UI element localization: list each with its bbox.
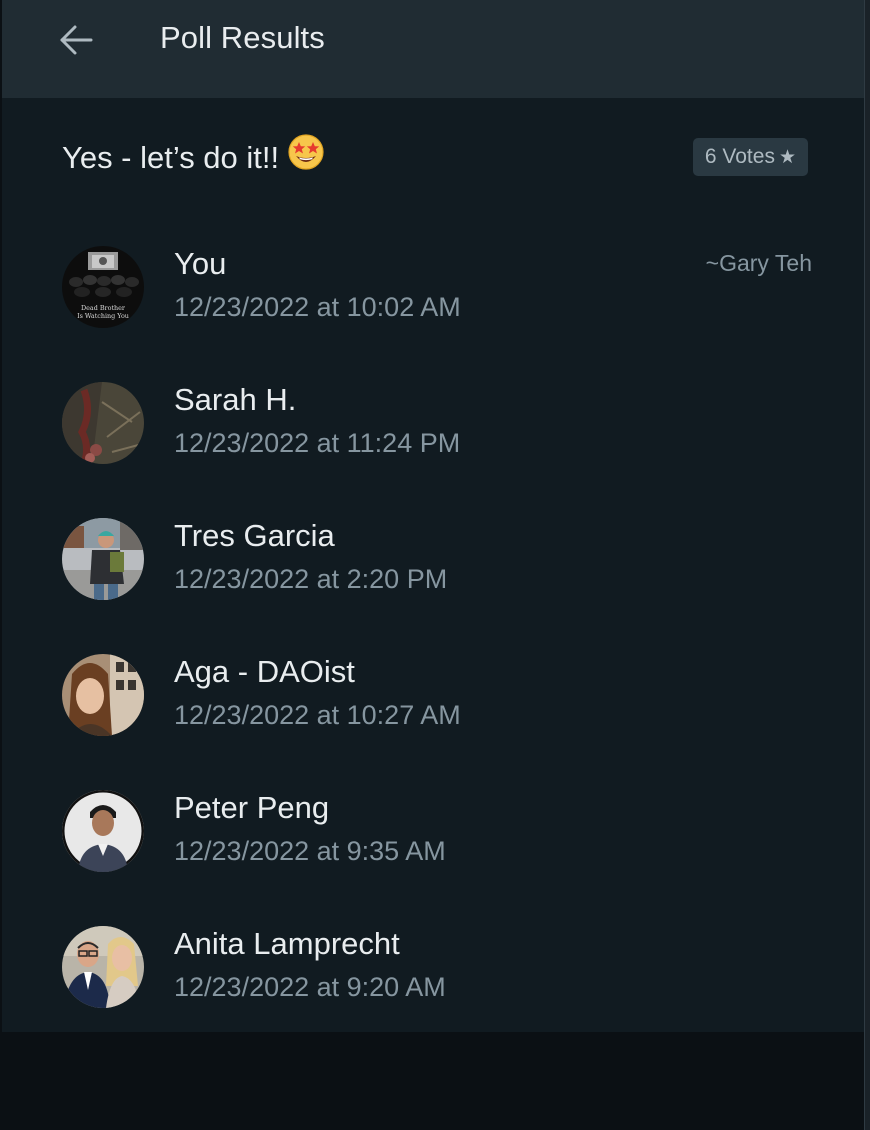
avatar [62,518,144,600]
avatar [62,382,144,464]
poll-results-panel: Poll Results Yes - let’s do it!! 6 Votes… [2,0,864,1032]
avatar [62,654,144,736]
vote-timestamp: 12/23/2022 at 11:24 PM [174,428,461,458]
voter-row[interactable]: Tres Garcia 12/23/2022 at 2:20 PM [62,518,812,608]
poll-option-text: Yes - let’s do it!! [62,140,280,175]
header: Poll Results [2,0,864,98]
avatar: Dead Brother Is Watching You [62,246,144,328]
votes-count-label: 6 Votes [704,145,775,168]
vote-timestamp: 12/23/2022 at 2:20 PM [174,564,448,594]
page-title: Poll Results [160,20,325,55]
votes-count-badge: 6 Votes ★ [692,138,808,176]
voter-row[interactable]: Sarah H. 12/23/2022 at 11:24 PM [62,382,812,472]
voter-name: You [174,246,227,281]
window-edge [864,0,870,1130]
voter-row[interactable]: Anita Lamprecht 12/23/2022 at 9:20 AM [62,926,812,1016]
vote-timestamp: 12/23/2022 at 9:20 AM [174,972,446,1002]
vote-timestamp: 12/23/2022 at 10:02 AM [174,292,461,322]
star-icon: ★ [778,147,796,168]
voter-row[interactable]: Peter Peng 12/23/2022 at 9:35 AM [62,790,812,880]
arrow-left-icon [60,25,93,55]
voter-row[interactable]: Dead Brother Is Watching You You 12/23/2… [62,246,812,336]
star-struck-emoji-icon [287,133,325,181]
avatar [62,790,144,872]
poll-results-window: Poll Results Yes - let’s do it!! 6 Votes… [0,0,870,1130]
voter-name: Aga - DAOist [174,654,355,689]
voter-alias: ~Gary Teh [705,250,812,276]
vote-timestamp: 12/23/2022 at 10:27 AM [174,700,461,730]
voter-name: Tres Garcia [174,518,335,553]
back-button[interactable] [58,22,94,58]
voter-name: Peter Peng [174,790,330,825]
svg-text:Dead Brother: Dead Brother [81,304,126,312]
svg-text:Is Watching You: Is Watching You [77,312,129,320]
vote-timestamp: 12/23/2022 at 9:35 AM [174,836,446,866]
voter-row[interactable]: Aga - DAOist 12/23/2022 at 10:27 AM [62,654,812,744]
poll-option-heading: Yes - let’s do it!! [62,134,325,181]
voter-name: Anita Lamprecht [174,926,400,961]
voter-name: Sarah H. [174,382,297,417]
poll-option: Yes - let’s do it!! 6 Votes ★ [62,134,808,181]
avatar [62,926,144,1008]
